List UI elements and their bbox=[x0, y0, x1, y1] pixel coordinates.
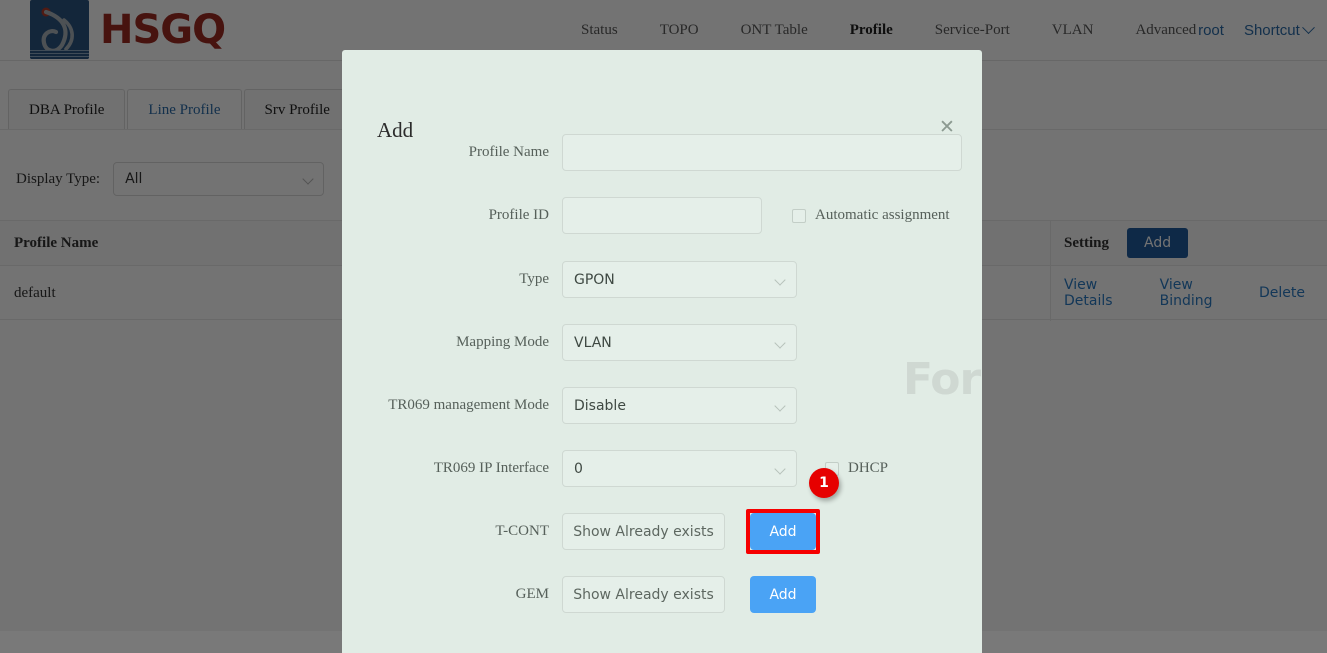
label-gem: GEM bbox=[515, 586, 549, 602]
label-profile-name: Profile Name bbox=[468, 144, 549, 160]
add-line-profile-dialog: Add ✕ ForoISP Profile Name Profile ID Au… bbox=[342, 50, 982, 653]
field-row-gem: GEM Show Already exists Add bbox=[342, 576, 982, 613]
dhcp-label: DHCP bbox=[848, 460, 889, 476]
label-tcont: T-CONT bbox=[495, 523, 549, 539]
tr069-ip-interface-value: 0 bbox=[574, 460, 583, 477]
chevron-down-icon bbox=[774, 463, 786, 475]
label-tr069-ip-interface: TR069 IP Interface bbox=[433, 460, 549, 476]
field-row-profile-name: Profile Name bbox=[342, 134, 982, 171]
tr069-ip-interface-select[interactable]: 0 bbox=[562, 450, 797, 487]
field-row-tcont: T-CONT Show Already exists Add 1 bbox=[342, 468, 982, 554]
field-row-type: Type GPON bbox=[342, 261, 982, 298]
chevron-down-icon bbox=[774, 337, 786, 349]
profile-name-input[interactable] bbox=[562, 134, 962, 171]
label-tr069-management-mode: TR069 management Mode bbox=[388, 397, 549, 413]
step-badge-1: 1 bbox=[809, 468, 839, 498]
profile-id-input[interactable] bbox=[562, 197, 762, 234]
tcont-add-highlight-ring bbox=[746, 509, 820, 554]
mapping-mode-value: VLAN bbox=[574, 334, 612, 351]
gem-show-existing-button[interactable]: Show Already exists bbox=[562, 576, 725, 613]
screen-root: HSGQ Status TOPO ONT Table Profile Servi… bbox=[0, 0, 1327, 653]
checkbox-box-icon bbox=[792, 208, 806, 223]
tcont-show-existing-button[interactable]: Show Already exists bbox=[562, 513, 725, 550]
type-value: GPON bbox=[574, 271, 615, 288]
chevron-down-icon bbox=[774, 400, 786, 412]
field-row-tr069-management-mode: TR069 management Mode Disable bbox=[342, 387, 982, 424]
mapping-mode-select[interactable]: VLAN bbox=[562, 324, 797, 361]
tr069-management-mode-value: Disable bbox=[574, 397, 626, 414]
automatic-assignment-label: Automatic assignment bbox=[815, 207, 950, 223]
automatic-assignment-checkbox[interactable]: Automatic assignment bbox=[792, 207, 950, 224]
field-row-profile-id: Profile ID Automatic assignment bbox=[342, 197, 982, 234]
label-type: Type bbox=[519, 271, 549, 287]
type-select[interactable]: GPON bbox=[562, 261, 797, 298]
field-row-mapping-mode: Mapping Mode VLAN bbox=[342, 324, 982, 361]
gem-add-button[interactable]: Add bbox=[750, 576, 816, 613]
field-row-tr069-ip-interface: TR069 IP Interface 0 DHCP bbox=[342, 450, 982, 487]
label-mapping-mode: Mapping Mode bbox=[456, 334, 549, 350]
chevron-down-icon bbox=[774, 274, 786, 286]
tr069-management-mode-select[interactable]: Disable bbox=[562, 387, 797, 424]
label-profile-id: Profile ID bbox=[488, 207, 549, 223]
